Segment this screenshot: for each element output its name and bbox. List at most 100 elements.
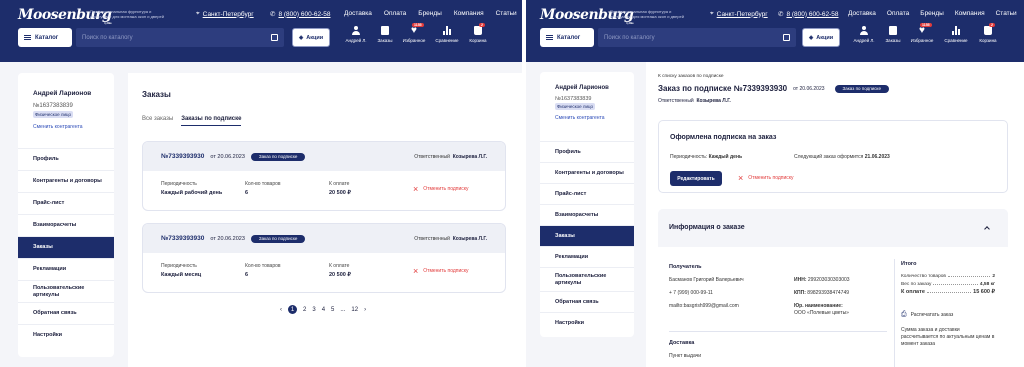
nav-brands[interactable]: Бренды	[920, 10, 944, 17]
user-name: Андрей Ларионов	[555, 85, 609, 91]
menu-item-profile[interactable]: Профиль	[18, 148, 114, 170]
cancel-subscription-button[interactable]: × Отменить подписку	[413, 180, 469, 198]
account-menu: Профиль Контрагенты и договоры Прайс-лис…	[540, 141, 634, 333]
order-info-body: Получатель Басманов Григорий Валерьевич …	[658, 247, 1008, 367]
compare-link[interactable]: Сравнение	[938, 26, 974, 43]
change-contractor-link[interactable]: Сменить контрагента	[555, 115, 609, 121]
chevron-up-icon[interactable]	[984, 226, 990, 232]
city-selector[interactable]: ⌖ Санкт-Петербург	[196, 10, 254, 18]
favorites-badge: 1155	[920, 23, 932, 27]
page-2[interactable]: 2	[303, 307, 306, 313]
cart-link[interactable]: 2 Корзина	[464, 23, 492, 43]
tab-subscription-orders[interactable]: Заказы по подписке	[181, 116, 242, 126]
nav-delivery[interactable]: Доставка	[344, 10, 372, 17]
nav-articles[interactable]: Статьи	[996, 10, 1017, 17]
phone-link[interactable]: ✆ 8 (800) 600-62-58	[778, 10, 839, 19]
menu-item-orders[interactable]: Заказы	[540, 225, 634, 246]
cart-icon	[474, 26, 482, 35]
favorites-link[interactable]: ♥ 1155 Избранное	[906, 23, 938, 43]
change-contractor-link[interactable]: Сменить контрагента	[33, 124, 91, 130]
menu-item-profile[interactable]: Профиль	[540, 141, 634, 162]
nav-delivery[interactable]: Доставка	[848, 10, 876, 17]
menu-icon	[546, 35, 553, 40]
nav-brands[interactable]: Бренды	[418, 10, 442, 17]
account-link[interactable]: Андрей Л.	[340, 26, 372, 43]
orders-link[interactable]: Заказы	[880, 26, 906, 43]
tag-icon: ◈	[299, 34, 304, 41]
heart-icon: ♥	[919, 25, 925, 36]
page-3[interactable]: 3	[312, 307, 315, 313]
orders-tabs: Все заказы Заказы по подписке	[142, 116, 242, 126]
catalog-button[interactable]: Каталог	[540, 28, 594, 47]
user-card: Андрей Ларионов №1637383839 Физическое л…	[555, 85, 609, 121]
menu-item-feedback[interactable]: Обратная связь	[540, 291, 634, 312]
order-number[interactable]: №7339393930	[161, 235, 204, 242]
tab-all-orders[interactable]: Все заказы	[142, 116, 173, 126]
tagline: Профессиональная фурнитура и инструмент …	[90, 9, 164, 19]
promo-button[interactable]: ◈ Акции	[802, 28, 841, 47]
menu-item-pricelist[interactable]: Прайс-лист	[540, 183, 634, 204]
favorites-link[interactable]: ♥ 1155 Избранное	[398, 23, 430, 43]
menu-item-settings[interactable]: Настройки	[540, 312, 634, 333]
nav-articles[interactable]: Статьи	[496, 10, 517, 17]
cancel-subscription-button[interactable]: × Отменить подписку	[738, 174, 794, 183]
order-responsible: Ответственный Козырева Л.Г.	[414, 153, 487, 160]
order-card[interactable]: №7339393930 от 20.06.2023 Заказ по подписк…	[142, 141, 506, 211]
compare-link[interactable]: Сравнение	[430, 26, 464, 43]
menu-item-pricelist[interactable]: Прайс-лист	[18, 192, 114, 214]
print-order-button[interactable]: ⎙ Распечатать заказ	[901, 311, 995, 319]
order-number[interactable]: №7339393930	[161, 153, 204, 160]
order-info-title: Информация о заказе	[669, 224, 745, 231]
phone-link[interactable]: ✆ 8 (800) 600-62-58	[270, 10, 331, 19]
status-badge: Заказ по подписке	[250, 152, 306, 161]
heart-icon: ♥	[411, 25, 417, 36]
user-toolbar: Андрей Л. Заказы ♥ 1155 Избранное Сравнени…	[848, 23, 1002, 43]
next-page-icon[interactable]: ›	[364, 307, 366, 313]
city-selector[interactable]: ⌖ Санкт-Петербург	[710, 10, 768, 18]
cart-icon	[984, 26, 992, 35]
favorites-badge: 1155	[412, 23, 424, 27]
order-info-header[interactable]: Информация о заказе	[658, 209, 1008, 247]
page-12[interactable]: 12	[351, 307, 358, 313]
location-pin-icon: ⌖	[196, 10, 200, 17]
orders-link[interactable]: Заказы	[372, 26, 398, 43]
nav-payment[interactable]: Оплата	[384, 10, 406, 17]
user-name: Андрей Ларионов	[33, 90, 92, 97]
nav-company[interactable]: Компания	[955, 10, 985, 17]
order-period: Периодичность Каждый рабочий день	[161, 181, 223, 196]
order-card[interactable]: №7339393930 от 20.06.2023 Заказ по подписк…	[142, 223, 506, 293]
menu-item-settlements[interactable]: Взаиморасчеты	[540, 204, 634, 225]
menu-item-feedback[interactable]: Обратная связь	[18, 302, 114, 324]
edit-subscription-button[interactable]: Редактировать	[670, 171, 722, 186]
promo-button[interactable]: ◈ Акции	[292, 28, 331, 47]
menu-item-contractors[interactable]: Контрагенты и договоры	[18, 170, 114, 192]
account-sidebar: Андрей Ларионов №1637383839 Физическое л…	[18, 73, 114, 357]
search-input[interactable]: Поиск по каталогу	[76, 28, 284, 47]
menu-item-claims[interactable]: Рекламации	[18, 258, 114, 280]
account-link[interactable]: Андрей Л.	[848, 26, 880, 43]
back-to-subscriptions-link[interactable]: К списку заказов по подписке	[658, 74, 724, 79]
close-icon: ×	[413, 184, 419, 194]
search-input[interactable]: Поиск по каталогу	[598, 28, 796, 47]
menu-item-settlements[interactable]: Взаиморасчеты	[18, 214, 114, 236]
nav-company[interactable]: Компания	[454, 10, 484, 17]
page-4[interactable]: 4	[322, 307, 325, 313]
cancel-subscription-button[interactable]: × Отменить подписку	[413, 262, 469, 280]
user-id: №1637383839	[33, 103, 73, 109]
close-icon: ×	[413, 266, 419, 276]
page-1[interactable]: 1	[288, 305, 297, 314]
user-card: Андрей Ларионов №1637383839 Физическое л…	[33, 90, 91, 130]
recipient-email[interactable]: mailto:basgrish999@gmail.com	[669, 303, 739, 309]
menu-item-custom-articles[interactable]: Пользовательские артикулы	[540, 267, 634, 291]
page-5[interactable]: 5	[331, 307, 334, 313]
menu-item-custom-articles[interactable]: Пользовательские артикулы	[18, 280, 114, 302]
prev-page-icon[interactable]: ‹	[280, 307, 282, 313]
menu-item-orders[interactable]: Заказы	[18, 236, 114, 258]
order-payment: К оплате 20 500 ₽	[329, 263, 351, 278]
cart-link[interactable]: 2 Корзина	[974, 23, 1002, 43]
menu-item-settings[interactable]: Настройки	[18, 324, 114, 346]
catalog-button[interactable]: Каталог	[18, 28, 72, 47]
menu-item-claims[interactable]: Рекламации	[540, 246, 634, 267]
menu-item-contractors[interactable]: Контрагенты и договоры	[540, 162, 634, 183]
nav-payment[interactable]: Оплата	[887, 10, 909, 17]
